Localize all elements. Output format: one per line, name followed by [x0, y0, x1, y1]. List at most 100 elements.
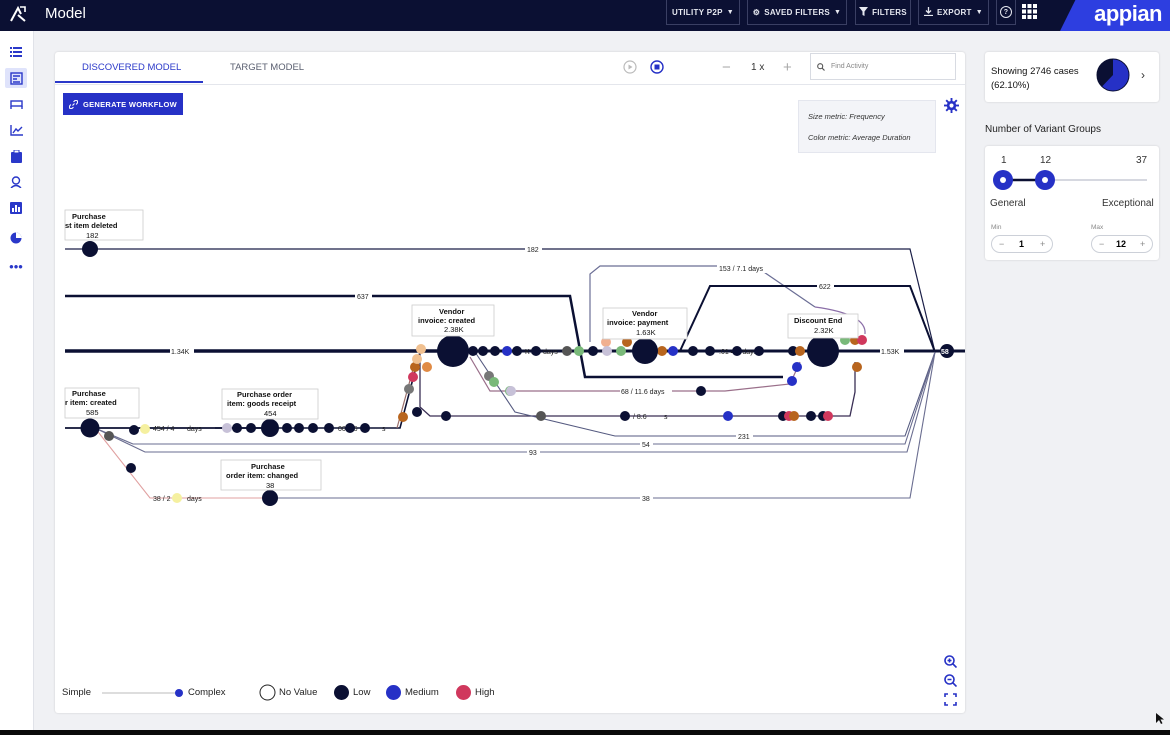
brand-logo: appian: [1060, 0, 1170, 31]
cases-count: Showing 2746 cases: [991, 66, 1079, 77]
export-label: EXPORT: [937, 7, 972, 17]
node-vendor-invoice-payment: [632, 338, 658, 364]
saved-filters-label: SAVED FILTERS: [764, 7, 831, 17]
legend-low-label: Low: [353, 687, 371, 698]
help-icon: ?: [1000, 6, 1012, 18]
variant-groups-title: Number of Variant Groups: [985, 124, 1101, 135]
high-swatch-icon: [456, 685, 471, 700]
edge-label-153: 153 / 7.1 days: [719, 266, 763, 273]
minus-icon[interactable]: −: [999, 239, 1004, 249]
saved-filters-button[interactable]: ⚙ SAVED FILTERS ▼: [747, 0, 847, 25]
node-changed-title1: Purchase: [251, 462, 285, 471]
process-selector-label: UTILITY P2P: [672, 7, 723, 17]
slider-min-label: 1: [1001, 155, 1007, 166]
general-label: General: [990, 198, 1026, 209]
bed-icon[interactable]: [5, 94, 27, 114]
chevron-right-icon[interactable]: ›: [1141, 68, 1145, 82]
left-nav: •••: [0, 31, 34, 735]
top-bar: Model UTILITY P2P ▼ ⚙ SAVED FILTERS ▼ FI…: [0, 0, 1170, 31]
page-title: Model: [45, 5, 86, 22]
node-discount-end: [807, 335, 839, 367]
cases-pie-chart: [1096, 58, 1130, 92]
node-goods-receipt: [261, 419, 279, 437]
zoom-out-icon[interactable]: [944, 674, 957, 687]
edge-label-38: 38: [642, 496, 650, 503]
plus-icon[interactable]: +: [1140, 239, 1145, 249]
variant-range-slider[interactable]: [991, 168, 1153, 192]
node-changed: [262, 490, 278, 506]
legend-simple-label: Simple: [62, 687, 92, 698]
edge-label-8-6-days: s: [664, 414, 668, 421]
node-vinvoice-title2: invoice: created: [418, 316, 476, 325]
apps-grid-button[interactable]: [1018, 0, 1040, 25]
node-goods-title2: item: goods receipt: [227, 399, 297, 408]
edge-label-38-days-unit: days: [187, 496, 202, 503]
chevron-down-icon: ▼: [975, 8, 983, 16]
variant-groups-card: 1 12 37 General Exceptional Min Max − 1 …: [985, 146, 1159, 260]
no-value-swatch-icon: [259, 684, 276, 701]
download-icon: [924, 6, 934, 18]
node-changed-title2: order item: changed: [226, 471, 299, 480]
cases-summary-card[interactable]: Showing 2746 cases (62.10%) ›: [985, 52, 1159, 102]
node-vinvoice-title1: Vendor: [439, 307, 465, 316]
edge-label-9-6-days: s: [382, 426, 386, 433]
zoom-in-icon[interactable]: [944, 655, 957, 668]
clipboard-icon[interactable]: [5, 146, 27, 166]
filters-button[interactable]: FILTERS: [855, 0, 911, 25]
filter-icon: [859, 6, 869, 18]
edge-label-622: 622: [819, 284, 831, 291]
node-goods-title1: Purchase order: [237, 390, 292, 399]
low-swatch-icon: [334, 685, 349, 700]
min-caption: Min: [991, 224, 1002, 231]
min-stepper[interactable]: − 1 +: [991, 235, 1053, 253]
export-button[interactable]: EXPORT ▼: [918, 0, 989, 25]
gear-icon: ⚙: [752, 7, 761, 17]
slider-max-label: 37: [1136, 155, 1148, 166]
list-icon[interactable]: [5, 42, 27, 62]
edge-54: [94, 351, 936, 445]
more-icon[interactable]: •••: [5, 256, 27, 276]
slider-selected-label: 12: [1040, 155, 1052, 166]
pie-chart-icon[interactable]: [5, 228, 27, 248]
node-vpayment-count: 1.63K: [636, 328, 656, 337]
edge-label-182: 182: [527, 247, 539, 254]
max-stepper[interactable]: − 12 +: [1091, 235, 1153, 253]
app-logo-icon[interactable]: [6, 2, 30, 26]
node-created-count: 585: [86, 408, 99, 417]
process-graph[interactable]: 182 637 1.34K 153 / 7.1 days 622 1.53K 4…: [55, 52, 965, 652]
node-goods-count: 454: [264, 409, 277, 418]
bottom-bar: [0, 730, 1170, 735]
process-selector-button[interactable]: UTILITY P2P ▼: [666, 0, 740, 25]
fit-screen-icon[interactable]: [944, 693, 957, 706]
brand-name: appian: [1094, 1, 1162, 26]
chevron-down-icon: ▼: [726, 8, 734, 16]
legend-no-value-label: No Value: [279, 687, 318, 698]
model-panel: DISCOVERED MODEL TARGET MODEL − 1 x + Fi…: [55, 52, 965, 713]
user-search-icon[interactable]: [5, 172, 27, 192]
process-model-icon[interactable]: [5, 68, 27, 88]
edge-label-68: 68 / 11.6 days: [621, 389, 665, 396]
medium-swatch-icon: [386, 685, 401, 700]
filters-label: FILTERS: [872, 7, 907, 17]
edge-68: [469, 356, 801, 392]
edge-label-k-days: days: [543, 349, 558, 356]
legend-medium-label: Medium: [405, 687, 439, 698]
edge-93: [94, 351, 936, 453]
edge-label-1-53k: 1.53K: [881, 349, 900, 356]
complexity-slider[interactable]: [102, 688, 188, 698]
help-button[interactable]: ?: [996, 0, 1016, 25]
bar-chart-icon[interactable]: [5, 198, 27, 218]
plus-icon[interactable]: +: [1040, 239, 1045, 249]
node-discount-count: 2.32K: [814, 326, 834, 335]
node-created: [80, 418, 100, 438]
node-vinvoice-count: 2.38K: [444, 325, 464, 334]
edge-label-454: 454 / 4: [153, 426, 175, 433]
node-deleted: [82, 241, 98, 257]
node-discount-title: Discount End: [794, 316, 843, 325]
line-chart-icon[interactable]: [5, 120, 27, 140]
minus-icon[interactable]: −: [1099, 239, 1104, 249]
apps-grid-icon: [1021, 4, 1037, 21]
node-deleted-title1: Purchase: [72, 212, 106, 221]
cases-summary-text: Showing 2746 cases (62.10%): [991, 65, 1101, 93]
edge-label-38-days: 38 / 2: [153, 496, 171, 503]
